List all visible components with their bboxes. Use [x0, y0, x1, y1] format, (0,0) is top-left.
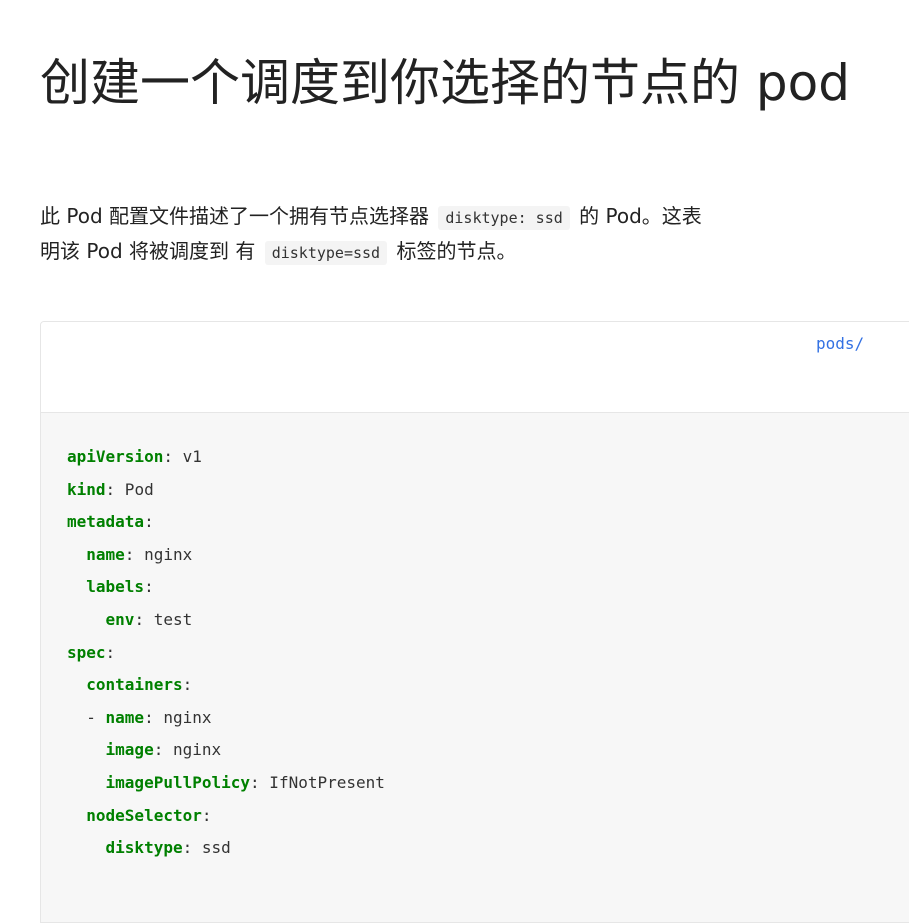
code-line: metadata:	[67, 506, 385, 539]
yaml-colon: :	[144, 707, 154, 727]
yaml-key: spec	[67, 642, 106, 662]
code-line: kind: Pod	[67, 474, 385, 507]
yaml-value: nginx	[134, 544, 193, 564]
yaml-colon: :	[105, 479, 116, 499]
code-line: apiVersion: v1	[67, 441, 385, 474]
yaml-key: imagePullPolicy	[105, 772, 251, 792]
file-link[interactable]: pods/	[816, 334, 864, 353]
inline-code: disktype=ssd	[264, 241, 388, 265]
yaml-key: disktype	[105, 838, 183, 858]
yaml-key: apiVersion	[67, 447, 164, 466]
yaml-value: IfNotPresent	[259, 772, 385, 792]
yaml-key: name	[86, 544, 125, 564]
yaml-colon: :	[144, 577, 154, 597]
yaml-colon: :	[105, 642, 116, 662]
intro-text: 明该 Pod 将被调度到 有	[40, 239, 256, 263]
yaml-colon: :	[182, 675, 193, 695]
yaml-key: metadata	[67, 512, 145, 532]
code-line: containers:	[67, 669, 385, 702]
intro-line-1: 此 Pod 配置文件描述了一个拥有节点选择器 disktype: ssd 的 P…	[40, 200, 870, 235]
code-line: image: nginx	[67, 734, 385, 767]
intro-text: 的 Pod。这表	[579, 204, 702, 228]
code-line: disktype: ssd	[67, 832, 385, 865]
yaml-key: containers	[86, 675, 183, 695]
yaml-colon: :	[124, 544, 135, 564]
yaml-colon: :	[250, 772, 260, 792]
yaml-key: labels	[86, 577, 145, 597]
yaml-key: kind	[67, 479, 106, 499]
code-line: spec:	[67, 637, 385, 670]
yaml-key: name	[105, 707, 145, 727]
code-line: nodeSelector:	[67, 800, 385, 833]
code-block: apiVersion: v1 kind: Pod metadata: name: n…	[67, 441, 385, 865]
yaml-colon: :	[182, 838, 193, 858]
code-card-header: pods/	[41, 322, 909, 413]
intro-text: 标签的节点。	[396, 239, 517, 263]
yaml-colon: :	[163, 447, 173, 466]
yaml-key: env	[105, 609, 135, 629]
yaml-key: image	[105, 740, 154, 760]
yaml-value: Pod	[115, 479, 154, 499]
yaml-colon: :	[201, 805, 212, 825]
page-title: 创建一个调度到你选择的节点的 pod	[40, 54, 850, 112]
code-line: - name: nginx	[67, 702, 385, 735]
code-line: name: nginx	[67, 539, 385, 572]
yaml-value: v1	[172, 447, 202, 466]
yaml-colon: :	[144, 512, 154, 532]
code-line: labels:	[67, 571, 385, 604]
yaml-value: ssd	[192, 838, 231, 858]
yaml-value: nginx	[163, 740, 222, 760]
intro-paragraph: 此 Pod 配置文件描述了一个拥有节点选择器 disktype: ssd 的 P…	[40, 200, 870, 270]
yaml-value: nginx	[153, 707, 212, 727]
code-line: env: test	[67, 604, 385, 637]
intro-text: 此 Pod 配置文件描述了一个拥有节点选择器	[40, 204, 429, 228]
yaml-colon: :	[134, 609, 145, 629]
yaml-value: test	[144, 609, 193, 629]
inline-code: disktype: ssd	[438, 206, 570, 230]
yaml-key: nodeSelector	[86, 805, 202, 825]
code-line: imagePullPolicy: IfNotPresent	[67, 767, 385, 800]
intro-line-2: 明该 Pod 将被调度到 有 disktype=ssd 标签的节点。	[40, 235, 870, 270]
code-indent: -	[67, 707, 106, 727]
yaml-colon: :	[153, 740, 164, 760]
